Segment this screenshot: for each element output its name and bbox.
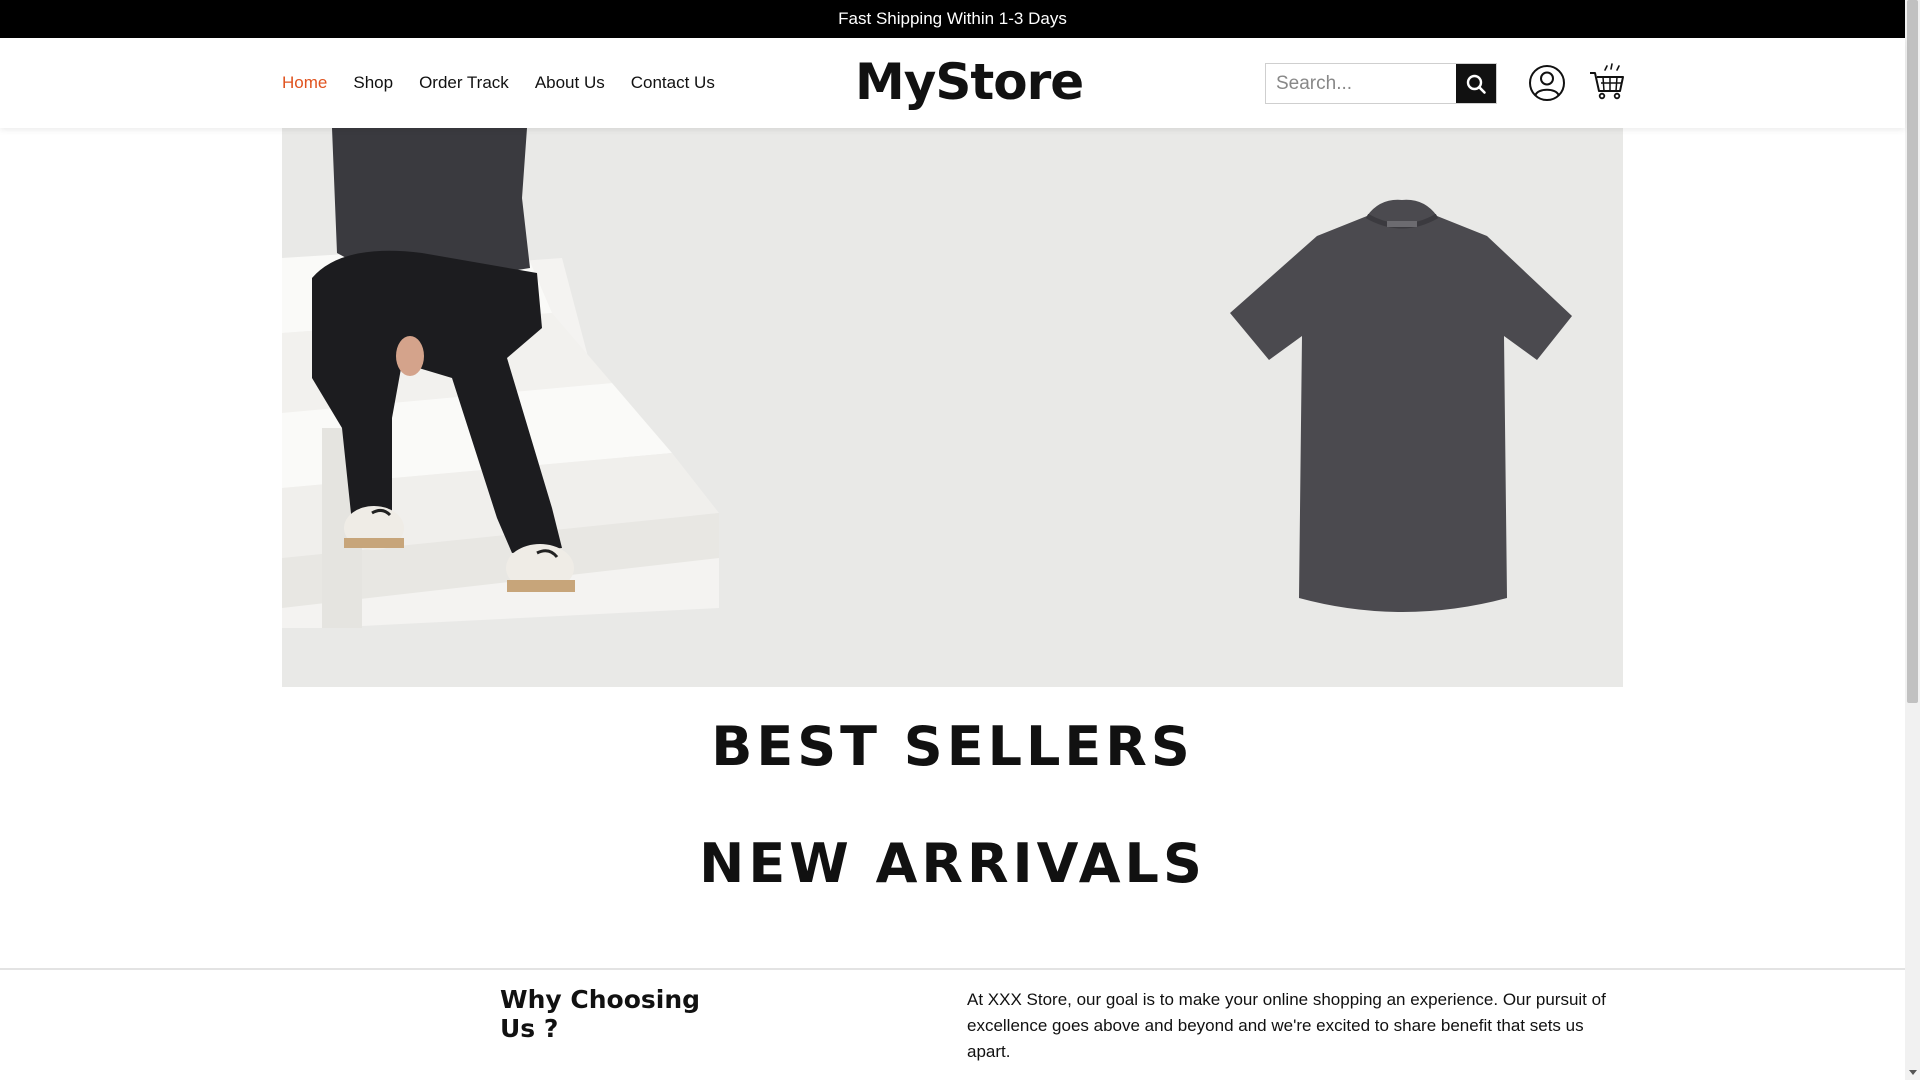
best-sellers-heading: BEST SELLERS <box>711 715 1194 778</box>
nav-contact-link[interactable]: Contact Us <box>631 73 715 93</box>
search-box <box>1265 63 1497 104</box>
search-input[interactable] <box>1266 64 1456 103</box>
page-scrollbar-thumb[interactable] <box>1907 0 1918 703</box>
why-choose-us-heading: Why Choosing Us ? <box>500 985 701 1043</box>
announcement-text: Fast Shipping Within 1-3 Days <box>838 9 1067 28</box>
user-icon[interactable] <box>1528 64 1566 102</box>
nav-home-link[interactable]: Home <box>282 73 327 93</box>
cart-icon[interactable] <box>1589 63 1625 101</box>
announcement-bar: Fast Shipping Within 1-3 Days <box>0 0 1905 38</box>
store-logo[interactable]: MyStore <box>855 52 1084 112</box>
nav-shop-link[interactable]: Shop <box>353 73 393 93</box>
nav-about-link[interactable]: About Us <box>535 73 605 93</box>
why-choose-us-text: At XXX Store, our goal is to make your o… <box>967 990 1606 1061</box>
scroll-down-arrow-icon[interactable] <box>1905 1065 1920 1080</box>
search-button[interactable] <box>1456 64 1496 103</box>
nav-order-track-link[interactable]: Order Track <box>419 73 509 93</box>
hero-banner[interactable] <box>282 128 1623 687</box>
site-header: Home Shop Order Track About Us Contact U… <box>0 38 1905 128</box>
new-arrivals-heading: NEW ARRIVALS <box>699 832 1206 895</box>
section-divider <box>0 968 1905 970</box>
hero-image <box>282 128 1572 628</box>
main-nav: Home Shop Order Track About Us Contact U… <box>282 38 715 128</box>
search-icon <box>1466 74 1486 94</box>
